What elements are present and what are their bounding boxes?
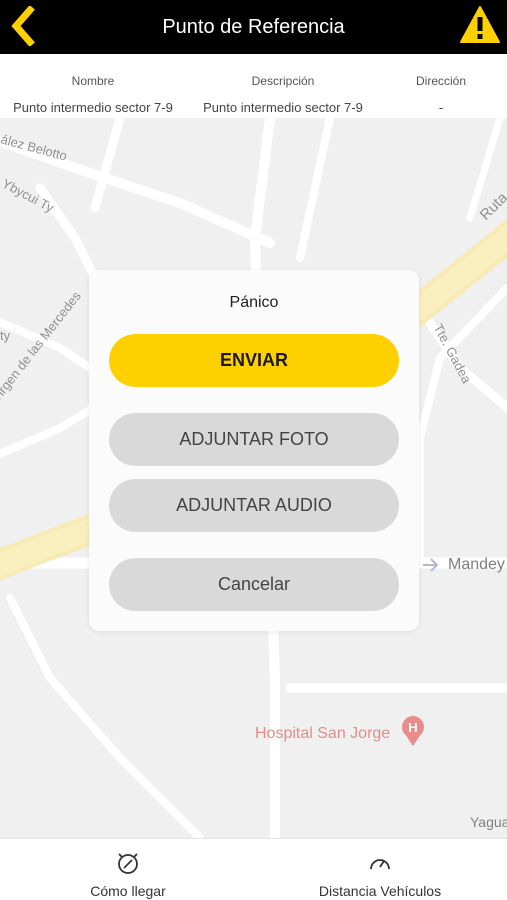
panic-dialog: Pánico ENVIAR ADJUNTAR FOTO ADJUNTAR AUD… — [89, 270, 419, 631]
column-header: Dirección — [415, 74, 466, 88]
cell-value: Punto intermedio sector 7-9 — [13, 100, 173, 115]
app-header: Punto de Referencia — [0, 0, 507, 54]
page-title: Punto de Referencia — [162, 16, 345, 38]
tab-label: Cómo llegar — [90, 883, 166, 899]
cancel-button[interactable]: Cancelar — [109, 558, 399, 611]
attach-photo-button[interactable]: ADJUNTAR FOTO — [109, 413, 399, 466]
dialog-title: Pánico — [229, 294, 279, 311]
compass-icon — [118, 853, 138, 874]
speedometer-icon — [370, 859, 390, 870]
reference-info-table: Nombre Punto intermedio sector 7-9 Descr… — [0, 54, 507, 118]
send-button[interactable]: ENVIAR — [109, 334, 399, 387]
info-column-address: Dirección - — [380, 54, 502, 118]
tab-directions[interactable]: Cómo llegar — [48, 839, 208, 900]
info-column-name: Nombre Punto intermedio sector 7-9 — [0, 54, 186, 118]
tab-label: Distancia Vehículos — [318, 883, 442, 899]
bottom-bar: Cómo llegar Distancia Vehículos — [0, 838, 507, 900]
warning-button[interactable] — [459, 4, 501, 46]
column-header: Nombre — [71, 74, 115, 88]
tab-vehicle-distance[interactable]: Distancia Vehículos — [300, 839, 460, 900]
info-column-description: Descripción Punto intermedio sector 7-9 — [190, 54, 376, 118]
warning-icon — [460, 6, 500, 43]
attach-audio-button[interactable]: ADJUNTAR AUDIO — [109, 479, 399, 532]
cell-value: Punto intermedio sector 7-9 — [203, 100, 363, 115]
cell-value: - — [438, 100, 444, 115]
column-header: Descripción — [251, 74, 315, 88]
